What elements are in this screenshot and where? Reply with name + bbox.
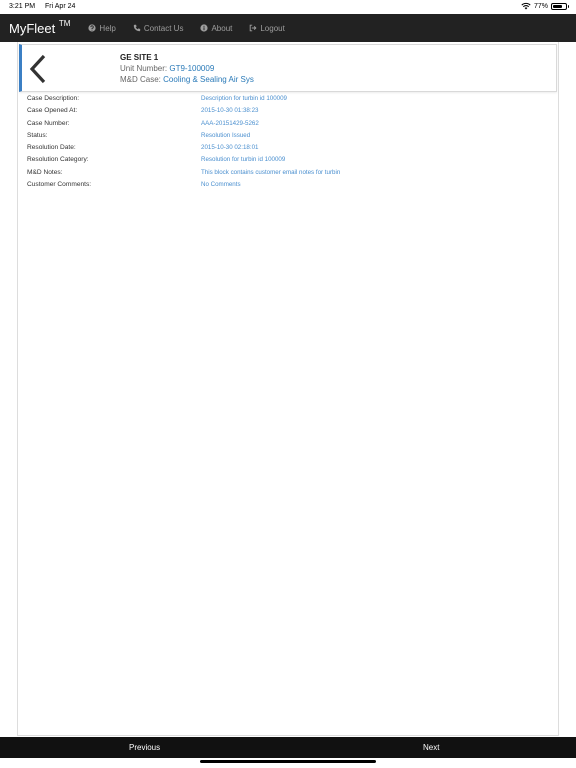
nav-about-label: About [211, 23, 233, 33]
battery-icon [551, 2, 569, 10]
brand-logo[interactable]: MyFleet TM [9, 18, 71, 36]
detail-row-status: Status: Resolution Issued [27, 132, 547, 144]
site-title: GE SITE 1 [120, 53, 159, 62]
detail-label: Case Opened At: [27, 107, 78, 115]
bottom-pager-bar: Previous Next [0, 737, 576, 758]
detail-label: Resolution Date: [27, 144, 76, 152]
nav-logout-label: Logout [260, 23, 285, 33]
detail-value: No Comments [201, 181, 241, 189]
detail-row-resolution-date: Resolution Date: 2015-10-30 02:18:01 [27, 144, 547, 156]
brand-trademark: TM [58, 18, 71, 28]
question-circle-icon [88, 24, 97, 32]
nav-about-link[interactable]: About [200, 24, 232, 33]
nav-help-link[interactable]: Help [88, 23, 116, 33]
nav-logout-link[interactable]: Logout [249, 23, 285, 33]
next-button[interactable]: Next [423, 743, 439, 752]
detail-label: M&D Notes: [27, 168, 63, 176]
md-case-line: M&D Case: Cooling & Sealing Air Sys [120, 75, 254, 84]
detail-label: Case Description: [27, 95, 80, 102]
detail-label: Case Number: [27, 119, 70, 127]
detail-value: AAA-20151429-5262 [201, 119, 259, 127]
back-chevron-icon[interactable] [26, 53, 50, 85]
detail-value: 2015-10-30 02:18:01 [201, 144, 259, 152]
status-time: 3:21 PM [9, 3, 36, 10]
md-case-label: M&D Case: [120, 75, 161, 84]
detail-row-case-opened: Case Opened At: 2015-10-30 01:38:23 [27, 107, 547, 119]
logout-icon [250, 24, 257, 32]
unit-number-line: Unit Number: GT9-100009 [120, 64, 214, 73]
detail-label: Status: [27, 131, 48, 139]
battery-fill [553, 4, 563, 8]
phone-icon [133, 24, 141, 32]
detail-value: This block contains customer email notes… [201, 168, 341, 176]
case-detail-panel: GE SITE 1 Unit Number: GT9-100009 M&D Ca… [17, 42, 559, 736]
detail-row-case-description: Case Description: Description for turbin… [27, 95, 547, 107]
wifi-icon [521, 2, 531, 10]
top-navbar: MyFleet TM Help Contact Us About Logout [0, 14, 576, 42]
home-indicator[interactable] [200, 760, 376, 763]
detail-row-resolution-category: Resolution Category: Resolution for turb… [27, 156, 547, 168]
unit-number-value: GT9-100009 [169, 64, 215, 73]
brand-name: MyFleet [9, 20, 56, 36]
unit-number-label: Unit Number: [120, 64, 168, 73]
previous-button[interactable]: Previous [129, 743, 160, 752]
detail-row-md-notes: M&D Notes: This block contains customer … [27, 169, 547, 181]
case-header-card: GE SITE 1 Unit Number: GT9-100009 M&D Ca… [19, 44, 557, 92]
detail-value: Description for turbin id 100009 [201, 95, 287, 102]
detail-row-customer-comments: Customer Comments: No Comments [27, 181, 547, 193]
detail-label: Customer Comments: [27, 181, 92, 189]
detail-value: Resolution Issued [201, 131, 251, 139]
nav-help-label: Help [99, 23, 116, 33]
nav-contact-label: Contact Us [143, 23, 184, 33]
detail-label: Resolution Category: [27, 156, 89, 164]
md-case-value: Cooling & Sealing Air Sys [163, 75, 254, 84]
detail-row-case-number: Case Number: AAA-20151429-5262 [27, 120, 547, 132]
battery-percent: 77% [533, 2, 548, 10]
case-details-list: Case Description: Description for turbin… [27, 95, 547, 193]
info-circle-icon [200, 24, 209, 32]
status-bar: 3:21 PM Fri Apr 24 77% [0, 0, 576, 14]
status-date: Fri Apr 24 [45, 3, 76, 10]
detail-value: 2015-10-30 01:38:23 [201, 107, 259, 115]
nav-contact-link[interactable]: Contact Us [133, 23, 184, 33]
detail-value: Resolution for turbin id 100009 [201, 156, 286, 164]
